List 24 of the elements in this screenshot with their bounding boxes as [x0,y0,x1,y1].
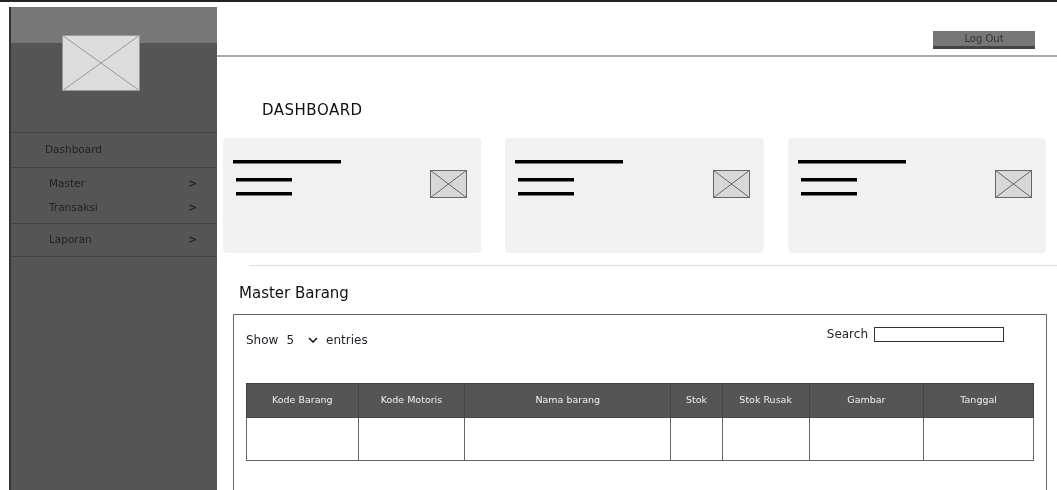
page-title: DASHBOARD [262,100,364,121]
chevron-icon: > [188,199,197,216]
table-cell [670,417,723,461]
column-header: Stok [670,383,723,418]
image-placeholder-icon [430,169,468,198]
column-header: Tanggal [923,383,1034,418]
show-label: Show [246,332,279,349]
column-header: Kode Barang [246,383,359,418]
column-header: Stok Rusak [722,383,810,418]
chevron-down-icon [308,337,319,343]
chevron-icon: > [188,175,197,192]
search-field[interactable] [874,326,1004,342]
image-placeholder-icon [995,169,1032,198]
column-header: Kode Motoris [358,383,465,418]
entries-label: entries [326,332,368,349]
image-placeholder-icon [712,169,750,198]
logout-button[interactable]: Log Out [933,31,1035,49]
column-header: Nama barang [464,383,671,418]
page-size-select[interactable]: 5 [286,331,319,349]
search-label: Search [826,326,868,343]
section-title: Master Barang [239,282,350,304]
logo-placeholder-icon [62,35,140,91]
column-header: Gambar [809,383,924,418]
chevron-icon: > [188,232,197,248]
